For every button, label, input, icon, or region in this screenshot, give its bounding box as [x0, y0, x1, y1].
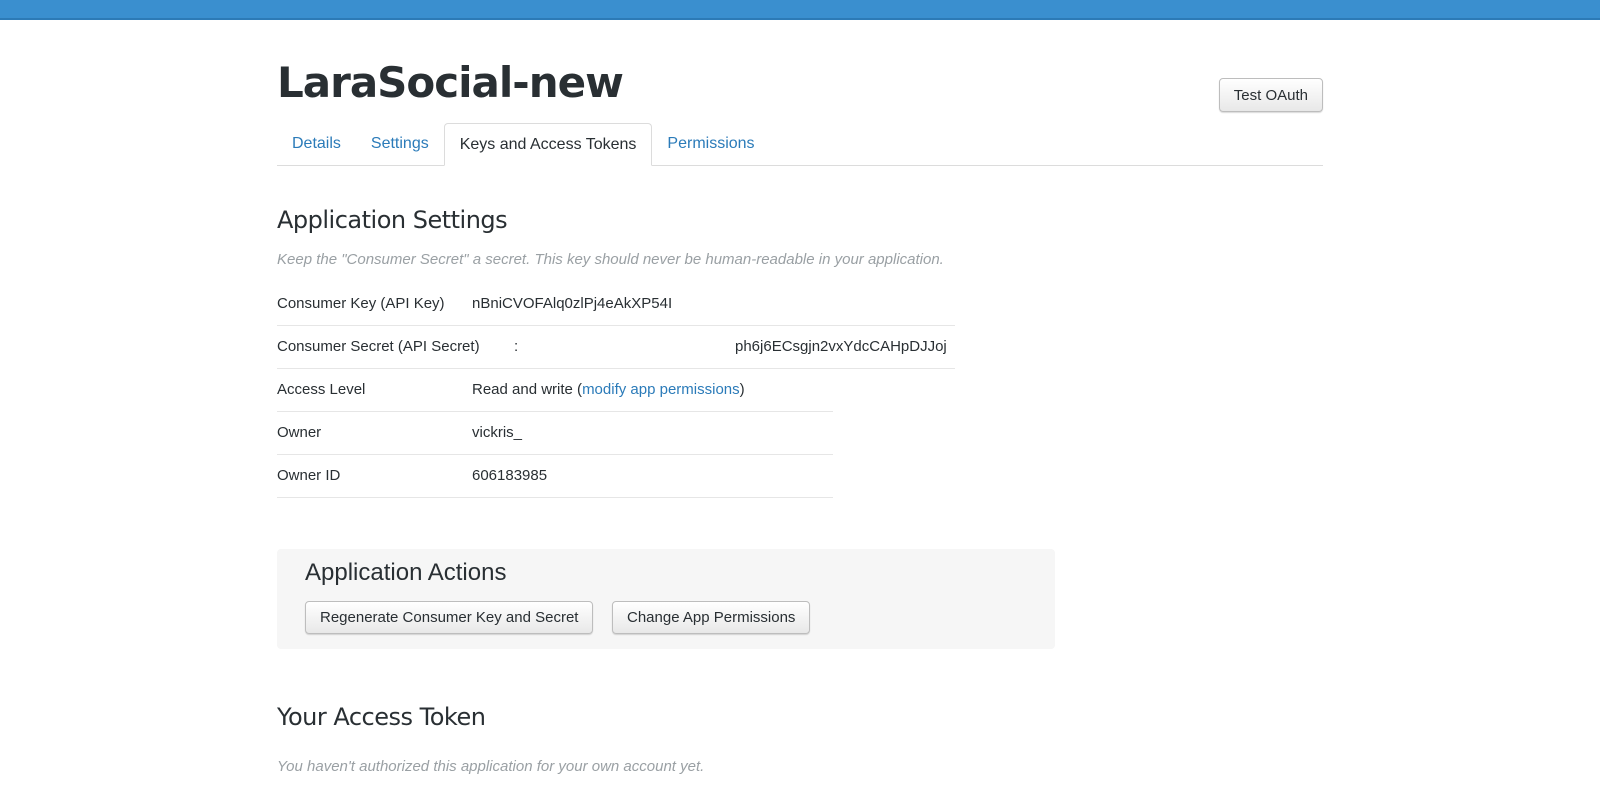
modify-app-permissions-link[interactable]: modify app permissions	[582, 381, 740, 398]
consumer-key-row: Consumer Key (API Key) nBniCVOFAlq0zlPj4…	[277, 283, 955, 326]
consumer-key-label: Consumer Key (API Key)	[277, 295, 445, 312]
tab-bar: Details Settings Keys and Access Tokens …	[277, 123, 1323, 166]
tab-settings[interactable]: Settings	[356, 124, 444, 165]
consumer-secret-row: Consumer Secret (API Secret) : ph6j6ECsg…	[277, 326, 955, 369]
application-settings-note: Keep the "Consumer Secret" a secret. Thi…	[277, 251, 944, 268]
access-level-row: Access Level Read and write (modify app …	[277, 369, 833, 412]
application-actions-panel: Application Actions Regenerate Consumer …	[277, 549, 1055, 649]
consumer-secret-value-end: ph6j6ECsgjn2vxYdcCAHpDJJoj	[735, 338, 947, 355]
consumer-key-value: nBniCVOFAlq0zlPj4eAkXP54I	[472, 295, 673, 312]
access-level-prefix: Read and write (	[472, 381, 583, 398]
tab-permissions[interactable]: Permissions	[652, 124, 769, 165]
owner-row: Owner vickris_	[277, 412, 833, 455]
application-settings-title: Application Settings	[277, 206, 508, 234]
consumer-secret-value-start: :	[514, 338, 519, 355]
regenerate-consumer-key-button[interactable]: Regenerate Consumer Key and Secret	[305, 601, 594, 634]
application-settings-table: Consumer Key (API Key) nBniCVOFAlq0zlPj4…	[277, 283, 955, 498]
application-actions-title: Application Actions	[305, 559, 507, 586]
owner-id-label: Owner ID	[277, 467, 341, 484]
owner-id-value: 606183985	[472, 467, 548, 484]
owner-label: Owner	[277, 424, 322, 441]
tab-keys-and-access-tokens[interactable]: Keys and Access Tokens	[443, 123, 653, 166]
test-oauth-button[interactable]: Test OAuth	[1218, 78, 1323, 112]
consumer-secret-label: Consumer Secret (API Secret)	[277, 338, 480, 355]
app-title: LaraSocial-new	[277, 58, 624, 107]
owner-value: vickris_	[472, 424, 523, 441]
your-access-token-title: Your Access Token	[277, 703, 486, 731]
access-level-suffix: )	[739, 381, 745, 398]
access-level-value: Read and write (modify app permissions)	[472, 369, 745, 411]
change-app-permissions-button[interactable]: Change App Permissions	[612, 601, 811, 634]
access-token-note: You haven't authorized this application …	[277, 758, 705, 775]
top-navigation-bar	[0, 0, 1600, 20]
access-level-label: Access Level	[277, 381, 366, 398]
owner-id-row: Owner ID 606183985	[277, 455, 833, 498]
tab-details[interactable]: Details	[277, 124, 356, 165]
